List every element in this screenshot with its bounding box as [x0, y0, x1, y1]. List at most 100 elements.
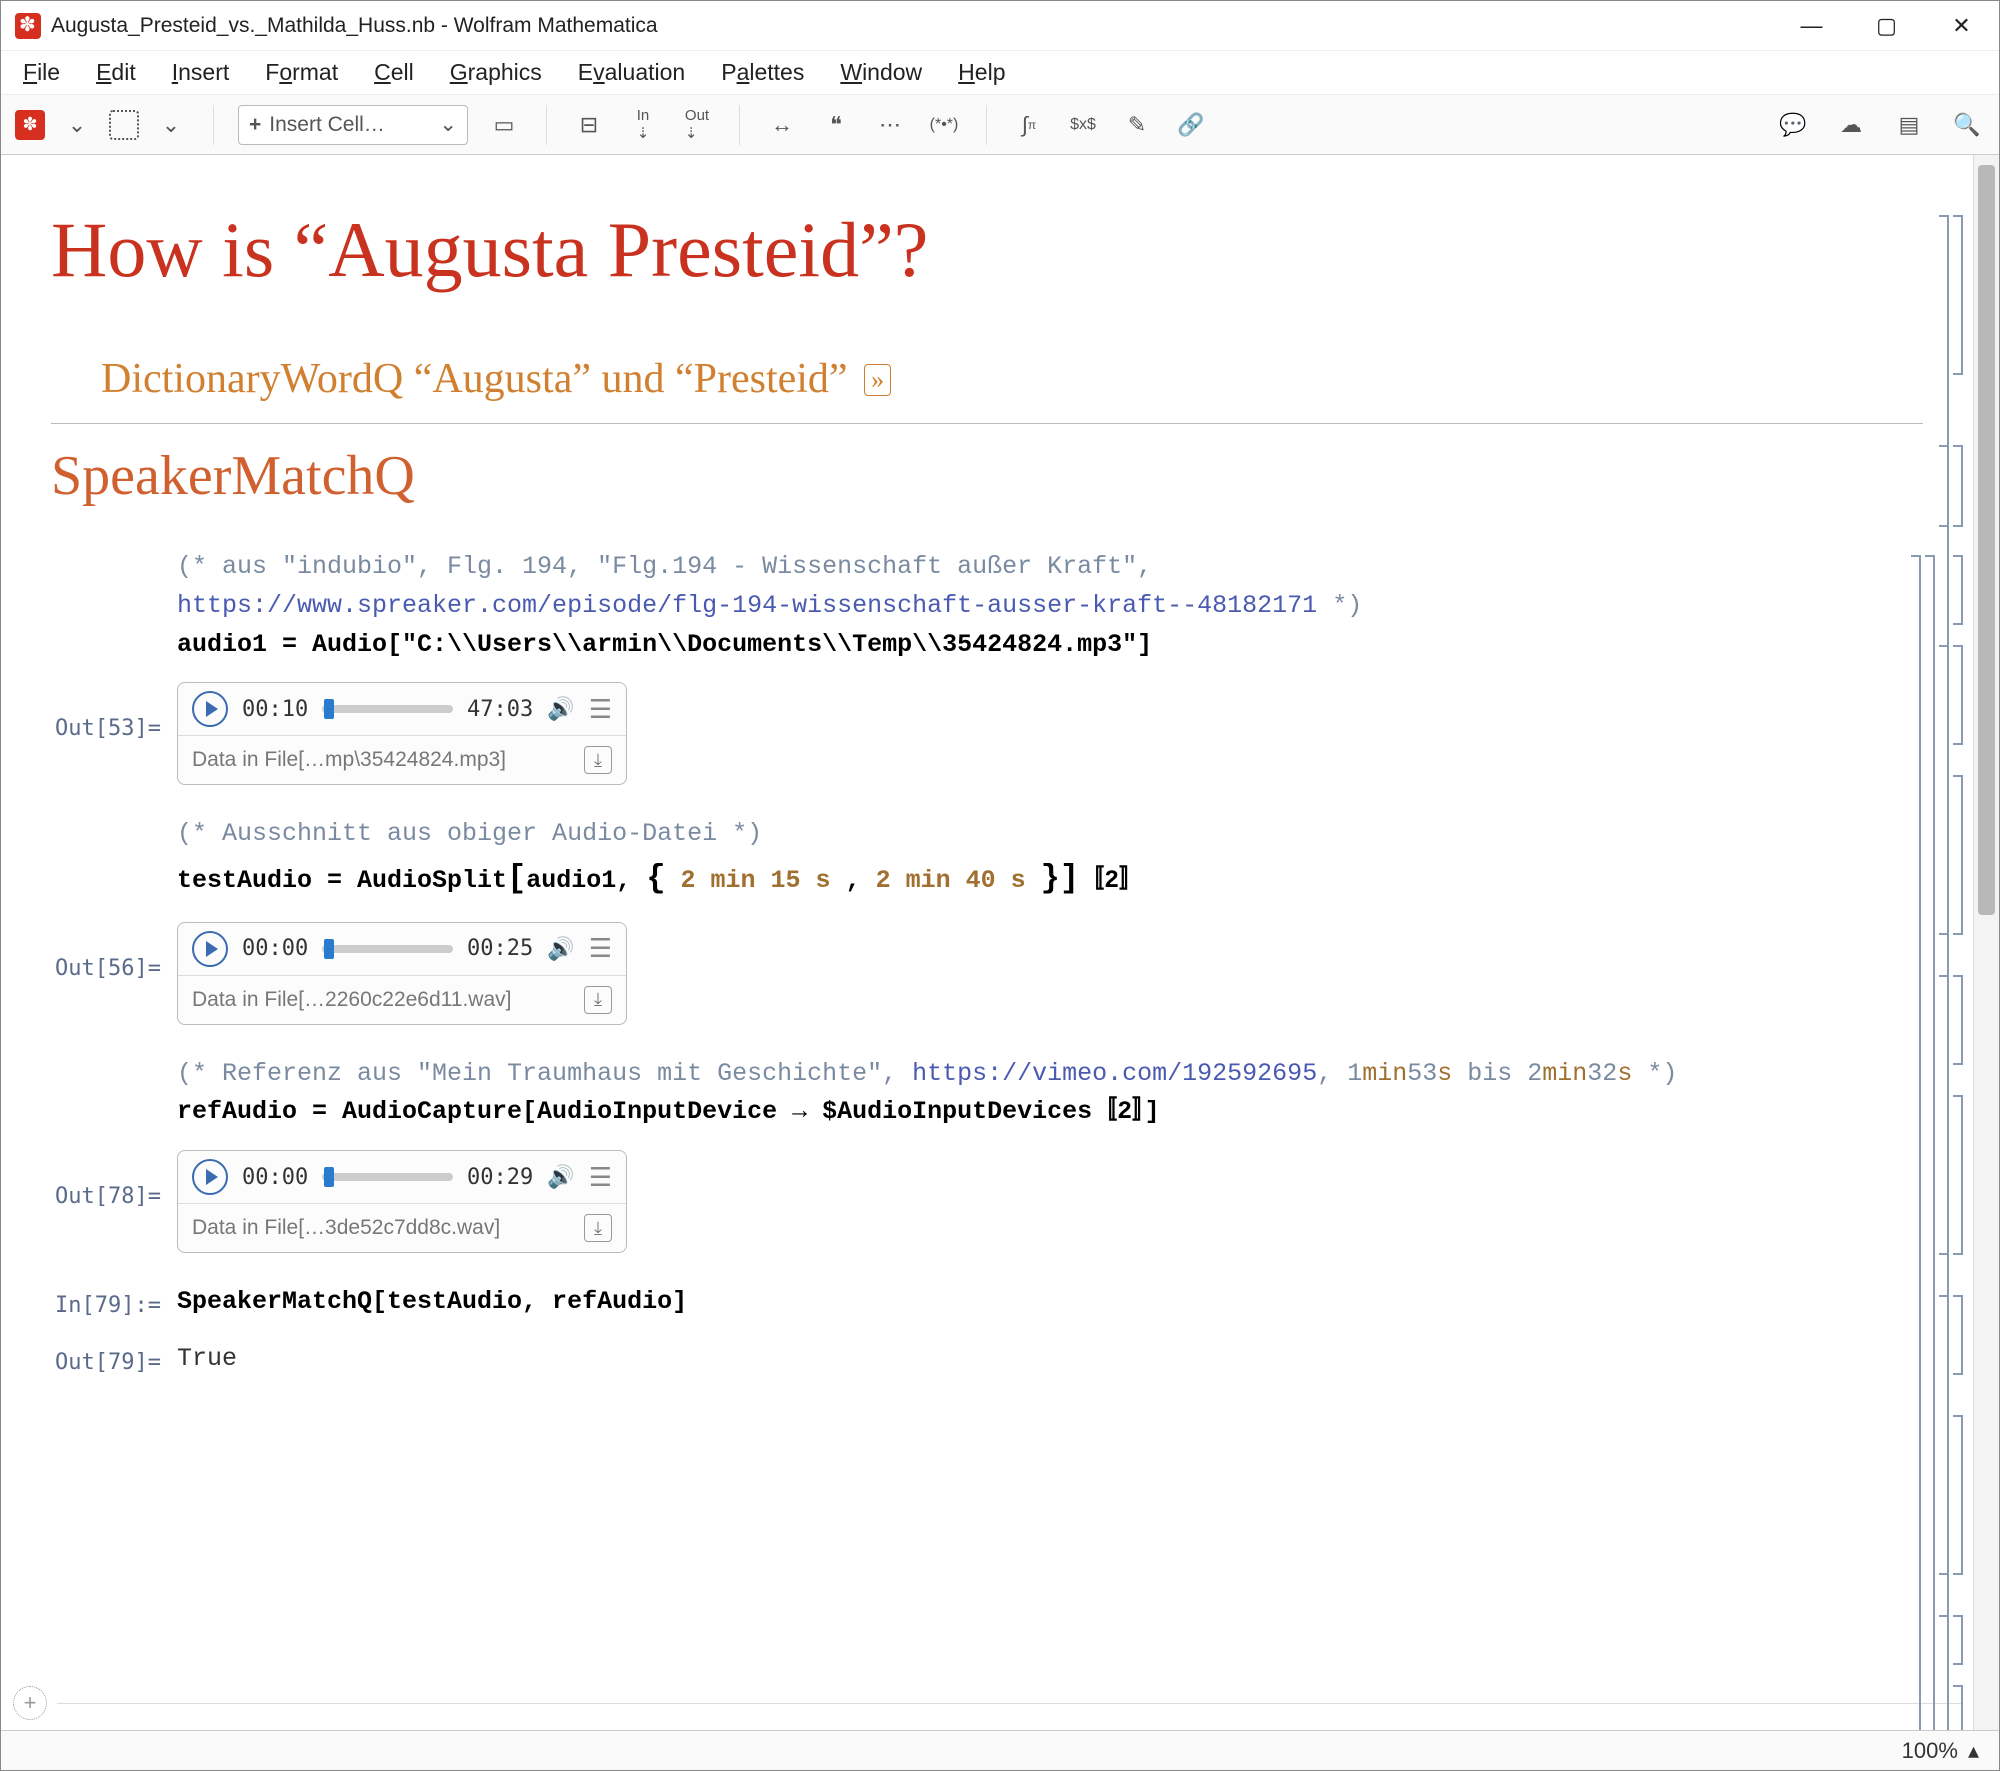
in-icon[interactable]: In⇣	[625, 107, 661, 143]
code-line: SpeakerMatchQ[testAudio, refAudio]	[177, 1287, 687, 1316]
menu-help[interactable]: Help	[946, 55, 1017, 90]
code-line: testAudio = AudioSplit[audio1, { 2 min 1…	[177, 866, 1144, 895]
open-file-icon[interactable]: ⤓	[584, 746, 612, 774]
subsection-cell[interactable]: DictionaryWordQ “Augusta” und “Presteid”…	[101, 355, 1923, 403]
open-file-icon[interactable]: ⤓	[584, 1214, 612, 1242]
link-icon[interactable]: 🔗	[1173, 107, 1209, 143]
audio-player: 00:10 47:03 🔊 ☰ Data in File[…mp\3542482…	[177, 682, 627, 785]
play-button[interactable]	[192, 1159, 228, 1195]
audio-time-total: 00:25	[467, 936, 533, 961]
section-opener-icon[interactable]: »	[864, 364, 891, 396]
cell-style-icon[interactable]: ▭	[486, 107, 522, 143]
in-label: In[79]:=	[51, 1283, 161, 1318]
cloud-icon[interactable]: ☁	[1833, 107, 1869, 143]
out-label: Out[78]=	[51, 1150, 161, 1209]
code-comment: (* Referenz aus "Mein Traumhaus mit Gesc…	[177, 1059, 1677, 1088]
audio-file-label: Data in File[…2260c22e6d11.wav]	[192, 988, 511, 1012]
search-icon[interactable]: 🔍	[1949, 107, 1985, 143]
draw-icon[interactable]: ✎	[1119, 107, 1155, 143]
input-cell[interactable]: (* aus "indubio", Flg. 194, "Flg.194 - W…	[161, 548, 1923, 664]
scrollbar-thumb[interactable]	[1978, 165, 1995, 915]
abort-dropdown-icon[interactable]: ⌄	[153, 107, 189, 143]
audio-slider[interactable]	[322, 945, 453, 953]
eval-dropdown-icon[interactable]: ⌄	[59, 107, 95, 143]
section-cell[interactable]: SpeakerMatchQ	[51, 444, 1923, 508]
code-comment: (* aus "indubio", Flg. 194, "Flg.194 - W…	[177, 552, 1152, 581]
input-cell[interactable]: (* Ausschnitt aus obiger Audio-Datei *) …	[161, 815, 1923, 903]
out-icon[interactable]: Out⇣	[679, 107, 715, 143]
code-line: refAudio = AudioCapture[AudioInputDevice…	[177, 1097, 1160, 1126]
output-cell: True	[161, 1340, 1923, 1379]
audio-time-current: 00:10	[242, 697, 308, 722]
bottom-rule	[57, 1703, 1963, 1704]
comment-icon[interactable]: (*•*)	[926, 107, 962, 143]
audio-file-label: Data in File[…3de52c7dd8c.wav]	[192, 1216, 500, 1240]
cell-brackets[interactable]	[1903, 155, 1963, 1730]
statusbar: 100% ▴	[1, 1730, 1999, 1770]
notebook-area[interactable]: How is “Augusta Presteid”? DictionaryWor…	[1, 155, 1973, 1730]
cell-label	[51, 548, 161, 558]
audio-file-label: Data in File[…mp\35424824.mp3]	[192, 748, 506, 772]
volume-icon[interactable]: 🔊	[547, 936, 574, 962]
zoom-level[interactable]: 100%	[1902, 1738, 1958, 1764]
close-button[interactable]: ✕	[1924, 1, 1999, 51]
menu-window[interactable]: Window	[828, 55, 934, 90]
audio-player: 00:00 00:29 🔊 ☰ Data in File[…3de52c7dd8…	[177, 1150, 627, 1253]
open-file-icon[interactable]: ⤓	[584, 986, 612, 1014]
menubar: File Edit Insert Format Cell Graphics Ev…	[1, 51, 1999, 95]
template-icon[interactable]: $x$	[1065, 107, 1101, 143]
menu-palettes[interactable]: Palettes	[709, 55, 816, 90]
maximize-button[interactable]: ▢	[1849, 1, 1924, 51]
code-line: audio1 = Audio["C:\\Users\\armin\\Docume…	[177, 630, 1152, 659]
code-url: https://www.spreaker.com/episode/flg-194…	[177, 591, 1317, 620]
audio-menu-icon[interactable]: ☰	[589, 933, 612, 964]
zoom-up-icon[interactable]: ▴	[1968, 1738, 1979, 1764]
menu-file[interactable]: File	[11, 55, 72, 90]
chevron-down-icon: ⌄	[439, 112, 457, 137]
vertical-scrollbar[interactable]	[1973, 155, 1999, 1730]
audio-menu-icon[interactable]: ☰	[589, 694, 612, 725]
volume-icon[interactable]: 🔊	[547, 696, 574, 722]
title-cell[interactable]: How is “Augusta Presteid”?	[51, 205, 1923, 295]
audio-slider[interactable]	[322, 1173, 453, 1181]
titlebar: Augusta_Presteid_vs._Mathilda_Huss.nb - …	[1, 1, 1999, 51]
chat-icon[interactable]: 💬	[1775, 107, 1811, 143]
input-cell[interactable]: SpeakerMatchQ[testAudio, refAudio]	[161, 1283, 1923, 1322]
audio-time-total: 00:29	[467, 1165, 533, 1190]
audio-slider[interactable]	[322, 705, 453, 713]
audio-menu-icon[interactable]: ☰	[589, 1162, 612, 1193]
menu-cell[interactable]: Cell	[362, 55, 426, 90]
code-comment-end: *)	[1317, 591, 1362, 620]
move-icon[interactable]: ↔	[764, 107, 800, 143]
quote-icon[interactable]: ❝	[818, 107, 854, 143]
out-label: Out[79]=	[51, 1340, 161, 1375]
menu-edit[interactable]: Edit	[84, 55, 148, 90]
insert-cell-label: Insert Cell…	[269, 113, 385, 137]
menu-evaluation[interactable]: Evaluation	[566, 55, 697, 90]
output-value: True	[177, 1344, 237, 1373]
menu-insert[interactable]: Insert	[160, 55, 242, 90]
add-cell-button[interactable]: +	[13, 1686, 47, 1720]
menu-format[interactable]: Format	[253, 55, 350, 90]
integral-icon[interactable]: ∫π	[1011, 107, 1047, 143]
audio-time-total: 47:03	[467, 697, 533, 722]
input-cell[interactable]: (* Referenz aus "Mein Traumhaus mit Gesc…	[161, 1055, 1923, 1133]
evaluation-icon[interactable]: ✽	[15, 110, 45, 140]
group-open-icon[interactable]: ⊟	[571, 107, 607, 143]
cell-label	[51, 1055, 161, 1065]
play-button[interactable]	[192, 931, 228, 967]
cell-label	[51, 815, 161, 825]
menu-graphics[interactable]: Graphics	[438, 55, 554, 90]
volume-icon[interactable]: 🔊	[547, 1164, 574, 1190]
ellipsis-icon[interactable]: ⋯	[872, 107, 908, 143]
minimize-button[interactable]: —	[1774, 1, 1849, 51]
app-icon	[15, 13, 41, 39]
audio-time-current: 00:00	[242, 1165, 308, 1190]
abort-icon[interactable]	[109, 110, 139, 140]
docs-icon[interactable]: ▤	[1891, 107, 1927, 143]
audio-player: 00:00 00:25 🔊 ☰ Data in File[…2260c22e6d…	[177, 922, 627, 1025]
play-button[interactable]	[192, 691, 228, 727]
insert-cell-dropdown[interactable]: + Insert Cell… ⌄	[238, 105, 468, 145]
out-label: Out[53]=	[51, 682, 161, 741]
plus-icon: +	[249, 113, 261, 137]
